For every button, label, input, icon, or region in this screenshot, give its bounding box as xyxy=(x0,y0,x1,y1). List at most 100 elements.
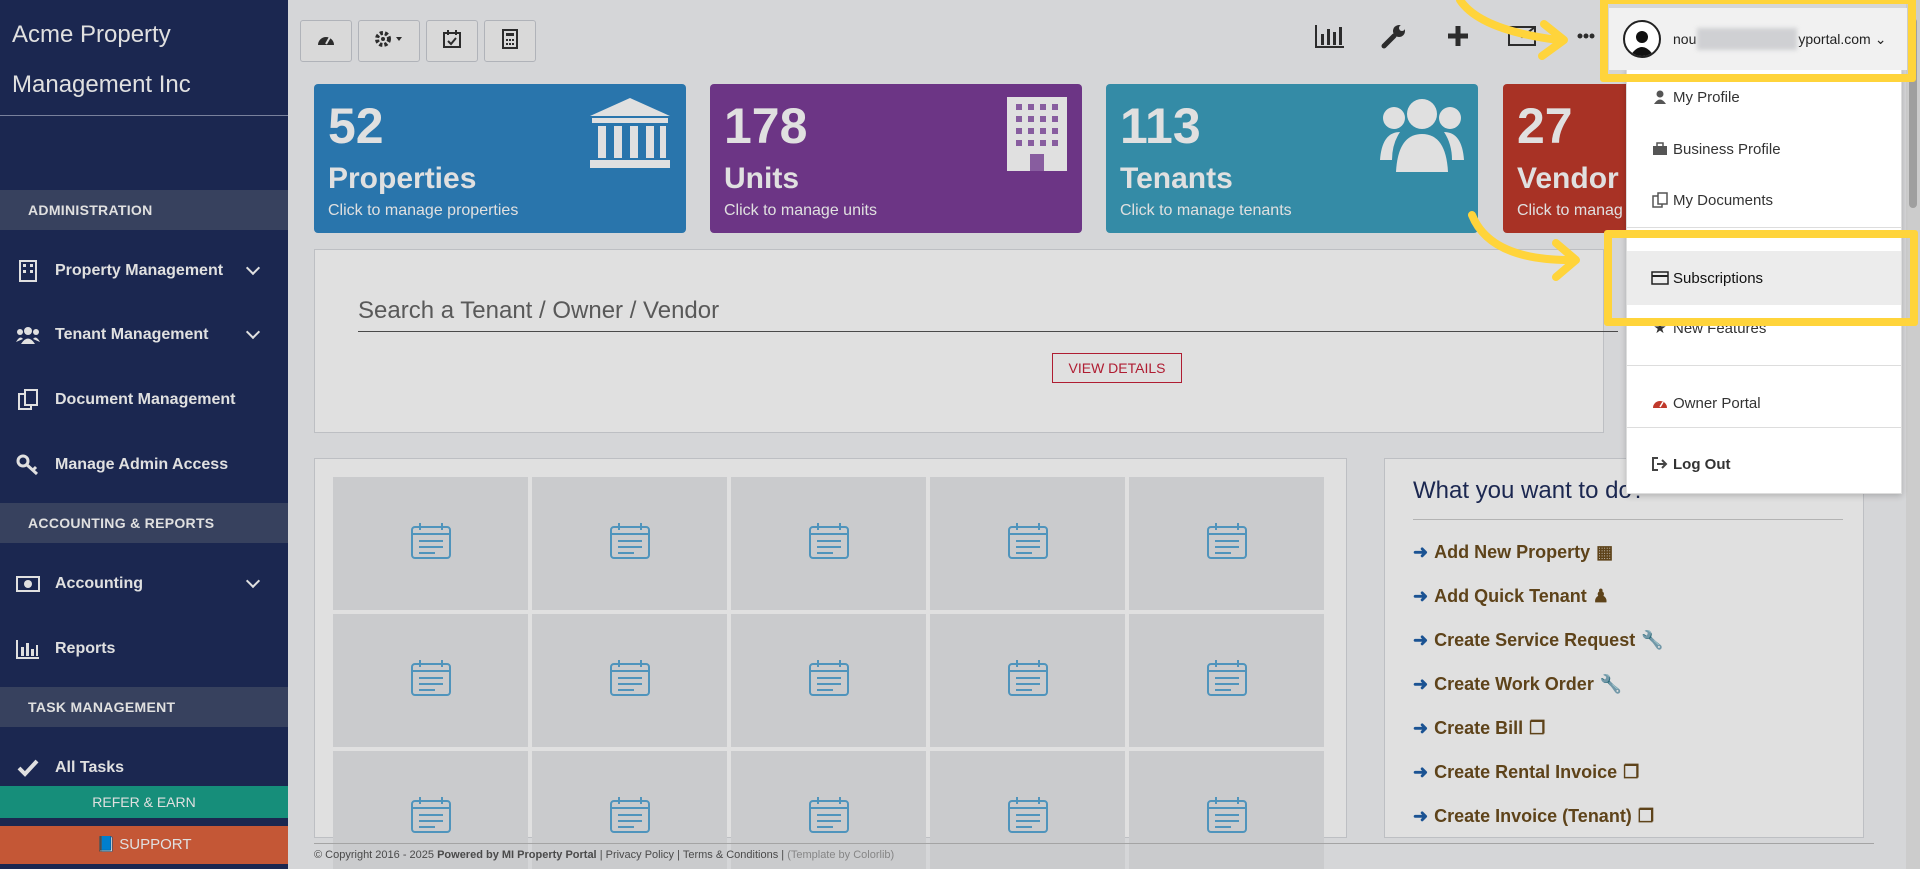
search-input[interactable] xyxy=(358,290,1618,332)
stat-card-units[interactable]: 178 Units Click to manage units xyxy=(710,84,1082,233)
action-create-rental-invoice[interactable]: ➜ Create Rental Invoice ❐ xyxy=(1413,761,1835,784)
sign-out-icon xyxy=(1651,457,1669,471)
user-icon: ♟ xyxy=(1592,586,1609,606)
dashboard-button[interactable] xyxy=(300,20,352,62)
feature-tile[interactable] xyxy=(1129,477,1324,610)
action-label: Create Service Request xyxy=(1434,630,1636,650)
support-button[interactable]: 📘 SUPPORT xyxy=(0,826,288,864)
feature-tile[interactable] xyxy=(532,614,727,747)
clipboard-icon xyxy=(410,522,452,565)
action-add-quick-tenant[interactable]: ➜ Add Quick Tenant ♟ xyxy=(1413,585,1835,608)
action-create-invoice-tenant[interactable]: ➜ Create Invoice (Tenant) ❐ xyxy=(1413,805,1835,828)
action-create-bill[interactable]: ➜ Create Bill ❐ xyxy=(1413,717,1835,740)
arrow-right-icon: ➜ xyxy=(1413,586,1429,606)
building-icon xyxy=(16,259,40,283)
feature-tile[interactable] xyxy=(930,614,1125,747)
briefcase-icon xyxy=(1651,142,1669,156)
sidebar-item-label: Document Management xyxy=(55,391,236,408)
calendar-button[interactable] xyxy=(426,20,478,62)
sidebar-item-label: Accounting xyxy=(55,575,143,592)
bar-chart-icon xyxy=(16,637,40,661)
clipboard-icon xyxy=(1206,796,1248,839)
menu-item-my-documents[interactable]: My Documents xyxy=(1651,188,1773,212)
section-task-management: TASK MANAGEMENT xyxy=(0,687,288,727)
sidebar-item-manage-admin-access[interactable]: Manage Admin Access xyxy=(0,443,288,487)
users-icon xyxy=(16,323,40,347)
sidebar-item-label: All Tasks xyxy=(55,759,125,776)
stats-icon[interactable] xyxy=(1313,19,1347,53)
sidebar-item-label: Manage Admin Access xyxy=(55,456,229,473)
feature-grid-panel xyxy=(314,458,1347,869)
clipboard-icon xyxy=(410,659,452,702)
book-icon: 📘 xyxy=(96,836,116,853)
sidebar-item-document-management[interactable]: Document Management xyxy=(0,378,288,422)
menu-item-label: My Profile xyxy=(1673,88,1740,106)
feature-tile[interactable] xyxy=(532,477,727,610)
sidebar: Acme Property Management Inc ADMINISTRAT… xyxy=(0,0,288,869)
page-scrollbar[interactable] xyxy=(1906,0,1920,869)
action-label: Create Invoice (Tenant) xyxy=(1434,806,1632,826)
stat-subtitle: Click to manage tenants xyxy=(1120,202,1292,219)
feature-tile[interactable] xyxy=(731,477,926,610)
calculator-button[interactable] xyxy=(484,20,536,62)
section-accounting-reports: ACCOUNTING & REPORTS xyxy=(0,503,288,543)
menu-item-owner-portal[interactable]: Owner Portal xyxy=(1651,391,1761,415)
wrench-icon: 🔧 xyxy=(1599,674,1623,694)
building-icon: ▦ xyxy=(1596,542,1614,562)
refer-earn-button[interactable]: REFER & EARN xyxy=(0,786,288,818)
annotation-arrow-icon xyxy=(1456,0,1568,60)
arrow-right-icon: ➜ xyxy=(1413,762,1429,782)
action-create-work-order[interactable]: ➜ Create Work Order 🔧 xyxy=(1413,673,1835,696)
feature-tile[interactable] xyxy=(333,614,528,747)
action-add-new-property[interactable]: ➜ Add New Property ▦ xyxy=(1413,541,1835,564)
divider xyxy=(1627,227,1901,228)
brand-name[interactable]: Acme Property Management Inc xyxy=(0,0,288,116)
view-details-button[interactable]: VIEW DETAILS xyxy=(1052,353,1182,383)
copy-icon: ❐ xyxy=(1623,762,1640,782)
annotation-arrow-icon xyxy=(1468,211,1580,281)
support-label: SUPPORT xyxy=(119,836,192,853)
sidebar-item-tenant-management[interactable]: Tenant Management xyxy=(0,313,288,357)
feature-tile[interactable] xyxy=(333,477,528,610)
action-create-service-request[interactable]: ➜ Create Service Request 🔧 xyxy=(1413,629,1835,652)
stat-card-properties[interactable]: 52 Properties Click to manage properties xyxy=(314,84,686,233)
footer: © Copyright 2016 - 2025 Powered by MI Pr… xyxy=(314,843,1874,861)
feature-tile[interactable] xyxy=(930,477,1125,610)
quick-actions-panel: What you want to do? ➜ Add New Property … xyxy=(1384,458,1864,838)
chevron-down-icon xyxy=(245,260,261,276)
menu-item-label: Business Profile xyxy=(1673,140,1781,158)
toolbar xyxy=(300,20,536,62)
arrow-right-icon: ➜ xyxy=(1413,806,1429,826)
sidebar-item-reports[interactable]: Reports xyxy=(0,627,288,671)
documents-icon xyxy=(16,388,40,412)
search-panel: VIEW DETAILS xyxy=(314,249,1618,433)
check-icon xyxy=(16,756,40,780)
footer-links[interactable]: | Privacy Policy | Terms & Conditions | xyxy=(600,849,784,861)
action-label: Add New Property xyxy=(1434,542,1591,562)
arrow-right-icon: ➜ xyxy=(1413,630,1429,650)
settings-dropdown-button[interactable] xyxy=(358,20,420,62)
highlight-box-user-menu xyxy=(1600,0,1916,82)
money-icon xyxy=(16,572,40,596)
action-label: Create Work Order xyxy=(1434,674,1594,694)
action-label: Create Rental Invoice xyxy=(1434,762,1618,782)
section-administration: ADMINISTRATION xyxy=(0,190,288,230)
menu-item-log-out[interactable]: Log Out xyxy=(1651,452,1730,476)
wrench-icon[interactable] xyxy=(1377,19,1411,53)
stat-card-tenants[interactable]: 113 Tenants Click to manage tenants xyxy=(1106,84,1478,233)
feature-tile[interactable] xyxy=(731,614,926,747)
menu-item-label: My Documents xyxy=(1673,191,1774,209)
sidebar-item-all-tasks[interactable]: All Tasks xyxy=(0,746,288,790)
sidebar-item-property-management[interactable]: Property Management xyxy=(0,249,288,293)
apartment-building-icon xyxy=(1006,96,1068,177)
sidebar-item-accounting[interactable]: Accounting xyxy=(0,562,288,606)
feature-tile[interactable] xyxy=(1129,614,1324,747)
clipboard-icon xyxy=(1206,522,1248,565)
powered-by-link[interactable]: Powered by MI Property Portal xyxy=(437,849,597,861)
clipboard-icon xyxy=(1007,659,1049,702)
divider xyxy=(1627,365,1901,366)
menu-item-my-profile[interactable]: My Profile xyxy=(1651,85,1740,109)
bank-icon xyxy=(588,96,672,177)
menu-item-business-profile[interactable]: Business Profile xyxy=(1651,137,1781,161)
arrow-right-icon: ➜ xyxy=(1413,674,1429,694)
